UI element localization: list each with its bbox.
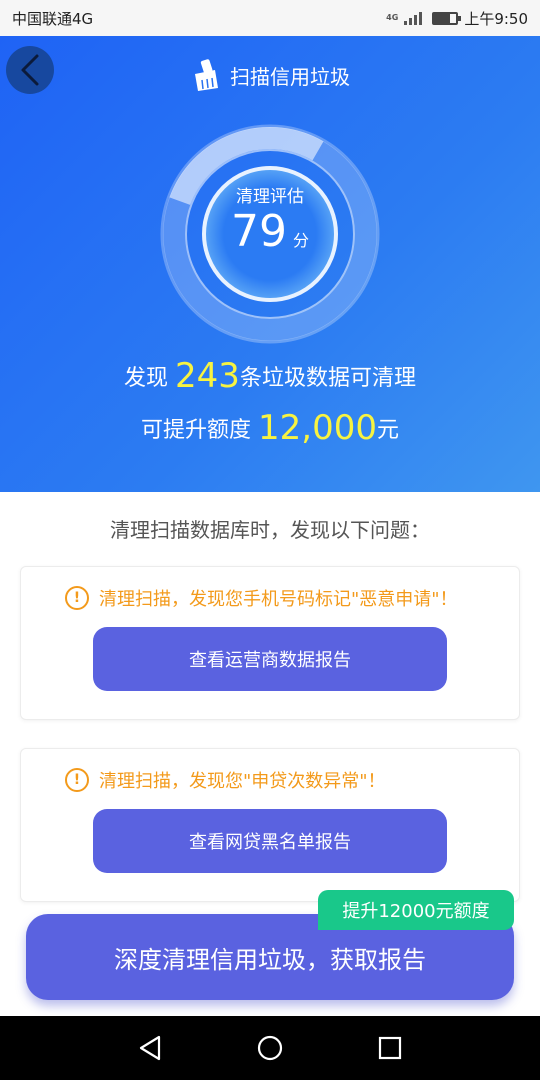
clock: 上午9:50 — [464, 9, 528, 28]
hero-header: 扫描信用垃圾 清理评估 79 分 发现 243条垃圾数据可清理 可提升额度 12,… — [0, 36, 540, 492]
gauge-label: 清理评估 — [236, 187, 304, 207]
nav-back-button[interactable] — [130, 1028, 170, 1068]
issue-warning: ! 清理扫描，发现您手机号码标记"恶意申请"！ — [65, 585, 458, 611]
credit-boost-badge: 提升12000元额度 — [318, 890, 514, 930]
warning-icon: ! — [65, 768, 89, 792]
found-prefix: 发现 — [124, 366, 169, 391]
warning-icon: ! — [65, 586, 89, 610]
found-count: 243 — [175, 356, 240, 396]
status-icons: 4G 上午9:50 — [386, 8, 528, 29]
credit-amount: 12,000 — [258, 408, 377, 448]
credit-prefix: 可提升额度 — [141, 418, 252, 443]
gauge-score: 79 分 — [158, 206, 382, 257]
recents-square-icon — [378, 1036, 402, 1060]
score-gauge: 清理评估 79 分 — [158, 122, 382, 346]
section-title: 清理扫描数据库时，发现以下问题： — [110, 518, 430, 542]
score-value: 79 — [230, 206, 287, 257]
credit-summary: 可提升额度 12,000元 — [0, 408, 540, 448]
carrier-report-button[interactable]: 查看运营商数据报告 — [93, 627, 447, 691]
carrier-label: 中国联通4G — [12, 9, 94, 28]
broom-icon — [195, 59, 218, 91]
back-triangle-icon — [139, 1035, 161, 1061]
credit-suffix: 元 — [376, 418, 399, 443]
issue-card: ! 清理扫描，发现您"申贷次数异常"！ 查看网贷黑名单报告 — [20, 748, 520, 902]
issue-warning-text: 清理扫描，发现您"申贷次数异常"！ — [99, 771, 386, 792]
status-bar: 中国联通4G 4G 上午9:50 — [0, 0, 540, 36]
system-nav-bar — [0, 1016, 540, 1080]
blacklist-report-button[interactable]: 查看网贷黑名单报告 — [93, 809, 447, 873]
page-title: 扫描信用垃圾 — [230, 64, 350, 89]
nav-recents-button[interactable] — [370, 1028, 410, 1068]
home-circle-icon — [257, 1035, 283, 1061]
found-suffix: 条垃圾数据可清理 — [239, 366, 416, 391]
found-summary: 发现 243条垃圾数据可清理 — [0, 356, 540, 396]
battery-icon — [432, 11, 462, 25]
network-type-icon: 4G — [386, 13, 399, 22]
issue-warning-text: 清理扫描，发现您手机号码标记"恶意申请"！ — [99, 589, 458, 610]
issue-card: ! 清理扫描，发现您手机号码标记"恶意申请"！ 查看运营商数据报告 — [20, 566, 520, 720]
issue-warning: ! 清理扫描，发现您"申贷次数异常"！ — [65, 767, 386, 793]
header-title-row: 扫描信用垃圾 — [0, 58, 540, 92]
battery-level — [434, 13, 450, 23]
nav-home-button[interactable] — [250, 1028, 290, 1068]
score-unit: 分 — [292, 231, 309, 250]
signal-icon — [404, 11, 423, 25]
